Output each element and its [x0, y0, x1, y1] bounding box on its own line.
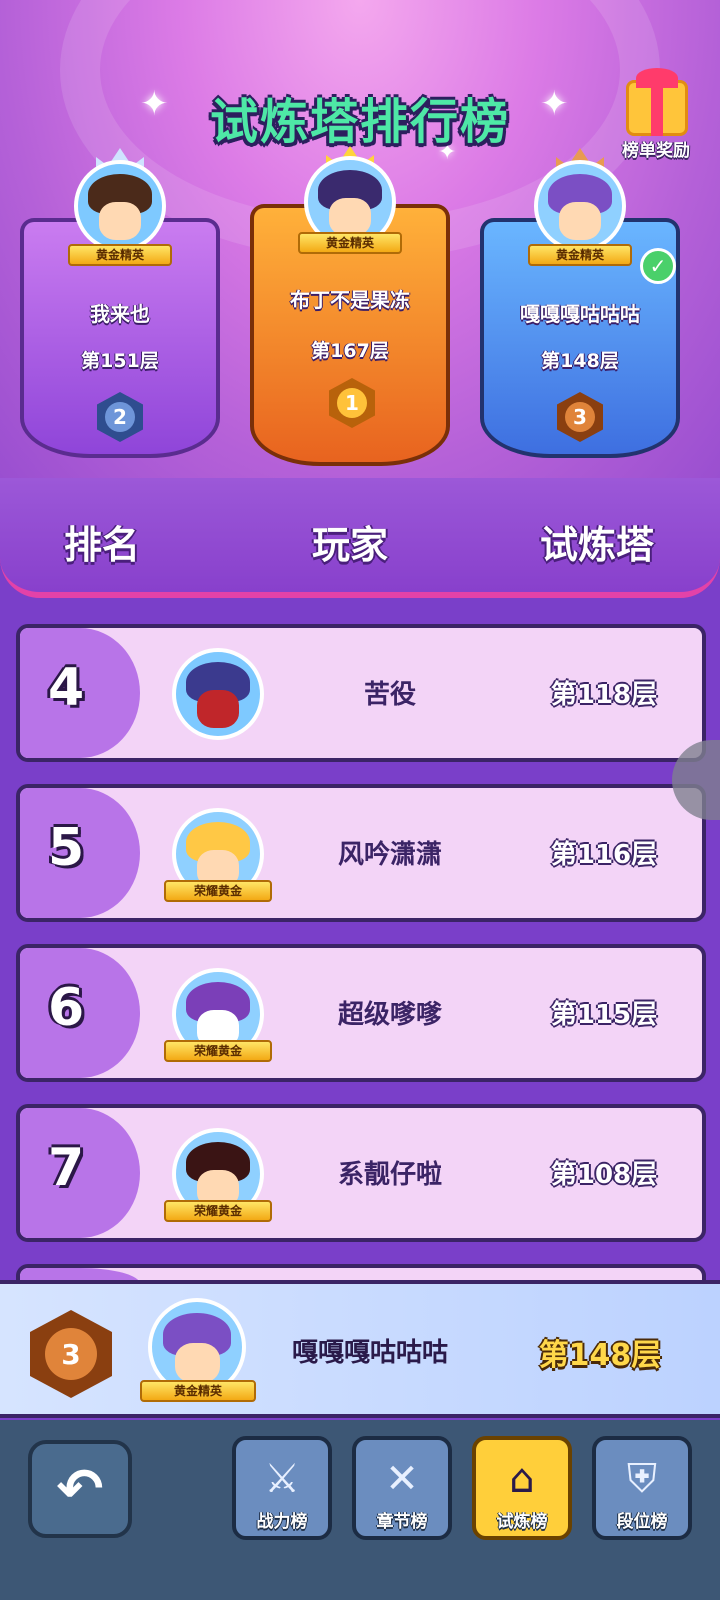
rank-hex-badge: 3 [30, 1310, 112, 1398]
podium-floor: 第148层 [541, 350, 619, 372]
reward-label: 榜单奖励 [622, 141, 690, 161]
tab-power[interactable]: ⚔ 战力榜 [232, 1436, 332, 1540]
table-row[interactable]: 6 荣耀黄金 超级嗲嗲 第115层 [16, 944, 706, 1082]
friend-online-icon: ✓ [640, 248, 676, 284]
tier-badge: 荣耀黄金 [164, 880, 272, 902]
row-player-name: 系靓仔啦 [337, 1160, 442, 1190]
rank-hex-badge: 3 [557, 392, 603, 442]
tab-chapter[interactable]: ✕ 章节榜 [352, 1436, 452, 1540]
row-floor: 第108层 [550, 1160, 658, 1190]
podium-floor: 第167层 [311, 340, 389, 362]
reward-button[interactable]: 榜单奖励 [604, 68, 708, 170]
row-rank: 7 [48, 1138, 85, 1198]
column-tower: 试炼塔 [540, 523, 655, 567]
row-floor: 第116层 [550, 840, 658, 870]
tab-rank-tier[interactable]: ⛨ 段位榜 [592, 1436, 692, 1540]
tier-badge: 荣耀黄金 [164, 1040, 272, 1062]
avatar[interactable] [74, 160, 166, 252]
leaderboard-header: ✦ ✦ ✦ 试炼塔排行榜 榜单奖励 我来也 第151层 2 黄金精英 布丁不是果… [0, 0, 720, 478]
tier-badge: 黄金精英 [140, 1380, 256, 1402]
row-rank: 5 [48, 818, 85, 878]
tier-badge: 黄金精英 [528, 244, 632, 266]
map-scroll-icon: ✕ [385, 1456, 419, 1502]
tier-badge: 黄金精英 [298, 232, 402, 254]
row-player-name: 超级嗲嗲 [337, 1000, 442, 1030]
podium-name: 布丁不是果冻 [290, 288, 410, 312]
podium-name: 我来也 [90, 302, 150, 326]
column-player: 玩家 [312, 523, 389, 567]
tower-door-icon: ⌂ [509, 1456, 535, 1502]
podium-name: 嘎嘎嘎咕咕咕 [520, 302, 640, 326]
tab-trial[interactable]: ⌂ 试炼榜 [472, 1436, 572, 1540]
row-rank: 6 [48, 978, 85, 1038]
crossed-swords-icon: ⚔ [264, 1456, 300, 1502]
avatar[interactable] [534, 160, 626, 252]
back-arrow-icon: ↶ [56, 1456, 104, 1522]
rank-hex-badge: 1 [329, 378, 375, 428]
rank-hex-badge: 2 [97, 392, 143, 442]
column-rank: 排名 [64, 523, 141, 567]
row-floor: 第115层 [550, 1000, 658, 1030]
avatar[interactable] [172, 648, 264, 740]
table-row[interactable]: 7 荣耀黄金 系靓仔啦 第108层 [16, 1104, 706, 1242]
row-rank: 4 [48, 658, 85, 718]
podium-floor: 第151层 [81, 350, 159, 372]
row-player-name: 苦役 [363, 680, 416, 710]
back-button[interactable]: ↶ [28, 1440, 132, 1538]
my-floor: 第148层 [538, 1338, 662, 1373]
bottom-nav: ↶ ⚔ 战力榜 ✕ 章节榜 ⌂ 试炼榜 ⛨ 段位榜 [0, 1420, 720, 1600]
column-header: 排名 玩家 试炼塔 [0, 478, 720, 598]
tier-badge: 黄金精英 [68, 244, 172, 266]
row-player-name: 风吟潇潇 [337, 840, 442, 870]
shield-icon: ⛨ [627, 1456, 657, 1502]
my-rank-bar: 3 黄金精英 嘎嘎嘎咕咕咕 第148层 [0, 1280, 720, 1418]
table-row[interactable]: 5 荣耀黄金 风吟潇潇 第116层 [16, 784, 706, 922]
table-row[interactable]: 4 苦役 第118层 [16, 624, 706, 762]
row-floor: 第118层 [550, 680, 658, 710]
tier-badge: 荣耀黄金 [164, 1200, 272, 1222]
my-player-name: 嘎嘎嘎咕咕咕 [291, 1338, 448, 1368]
